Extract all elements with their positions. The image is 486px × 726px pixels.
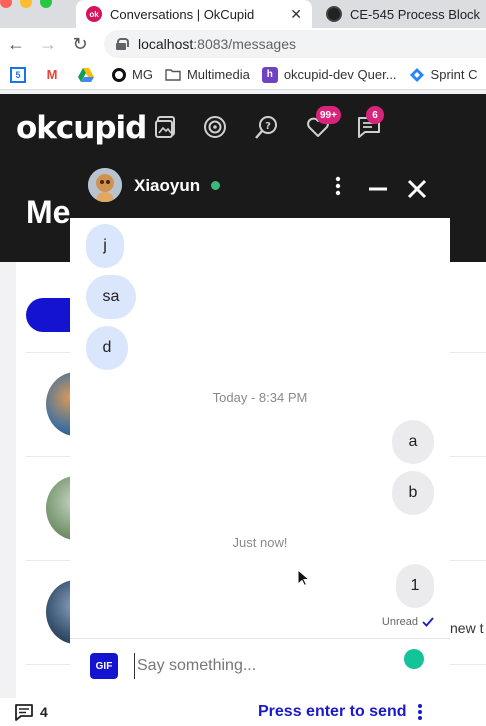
tab-title: Conversations | OkCupid: [110, 6, 255, 22]
folder-icon: [165, 67, 181, 83]
composer-options-icon[interactable]: [416, 703, 424, 721]
mg-icon: [112, 67, 126, 82]
message-thread: j sa d Today - 8:34 PM a b Just now! 1 U…: [70, 218, 450, 638]
chat-bubble-icon: [15, 704, 33, 721]
bookmark-label: Sprint C: [430, 67, 478, 82]
drive-icon: [78, 67, 94, 83]
bookmark-drive[interactable]: [78, 67, 100, 83]
contact-avatar[interactable]: [88, 168, 122, 202]
tab-conversations[interactable]: ok Conversations | OkCupid ✕: [76, 0, 312, 28]
window-controls: [0, 0, 52, 12]
tab-jira-ticket[interactable]: CE-545 Process Block a: [320, 0, 486, 28]
forward-arrow-icon[interactable]: →: [32, 34, 64, 55]
outgoing-message: b: [392, 471, 434, 515]
doubletake-icon[interactable]: [202, 114, 228, 140]
calendar-icon: 5: [10, 66, 26, 83]
bookmark-calendar[interactable]: 5: [10, 66, 32, 83]
incoming-message: sa: [86, 275, 136, 319]
gmail-icon: M: [46, 67, 58, 82]
close-window-button[interactable]: [0, 0, 12, 8]
url-host: localhost: [138, 36, 194, 52]
incoming-message: d: [86, 326, 128, 370]
address-bar[interactable]: localhost:8083/messages: [104, 30, 486, 58]
discover-icon[interactable]: [153, 114, 179, 140]
bookmark-gmail[interactable]: M: [44, 67, 66, 83]
zoom-window-button[interactable]: [40, 0, 52, 8]
message-timestamp: Today - 8:34 PM: [212, 390, 308, 405]
conversation-preview-text: new t: [450, 620, 484, 636]
bookmark-label: MG: [132, 67, 153, 82]
checkmark-icon: [422, 617, 434, 627]
online-status-indicator: [211, 181, 220, 190]
floating-messages-counter[interactable]: 4: [0, 698, 60, 726]
message-input[interactable]: [134, 653, 394, 679]
github-favicon-icon: [326, 6, 342, 22]
reload-icon[interactable]: ↻: [64, 34, 96, 55]
browser-tab-bar: ok Conversations | OkCupid ✕ CE-545 Proc…: [0, 0, 486, 28]
bookmark-label: okcupid-dev Quer...: [283, 67, 397, 82]
okcupid-favicon-icon: ok: [86, 6, 102, 22]
messages-count-badge: 6: [366, 106, 384, 124]
tab-title: CE-545 Process Block a: [350, 6, 484, 22]
contact-name[interactable]: Xiaoyun: [134, 176, 200, 196]
outgoing-message: a: [392, 420, 434, 464]
jira-icon: [409, 67, 425, 83]
chat-window-header: Xiaoyun: [70, 160, 450, 218]
minimize-chat-icon[interactable]: [368, 179, 388, 199]
minimize-window-button[interactable]: [20, 0, 32, 8]
okcupid-logo[interactable]: okcupid: [16, 110, 147, 146]
incoming-message: j: [86, 224, 124, 268]
bookmarks-bar: 5 M MG Multimedia h okcupid-dev Quer... …: [0, 60, 486, 90]
heroku-icon: h: [261, 66, 278, 83]
bookmark-multimedia[interactable]: Multimedia: [165, 67, 250, 83]
gif-button[interactable]: GIF: [90, 653, 118, 679]
outgoing-message: 1: [396, 564, 434, 608]
svg-text:?: ?: [265, 121, 271, 132]
page-title: Me: [26, 194, 71, 230]
tab-close-icon[interactable]: ✕: [290, 6, 302, 23]
back-arrow-icon[interactable]: ←: [0, 34, 32, 55]
bookmark-sprint[interactable]: Sprint C: [409, 67, 478, 83]
questions-icon[interactable]: ?: [254, 114, 280, 140]
bookmark-okcupid-dev[interactable]: h okcupid-dev Quer...: [261, 66, 397, 83]
floating-counter-value: 4: [40, 704, 48, 720]
bookmark-mg[interactable]: MG: [112, 67, 153, 82]
browser-toolbar: ← → ↻ localhost:8083/messages: [0, 28, 486, 60]
send-hint: Press enter to send: [258, 703, 407, 720]
mouse-cursor-icon: [297, 569, 309, 587]
grammarly-icon[interactable]: [404, 649, 424, 669]
message-composer: GIF Press enter to send: [70, 638, 450, 726]
site-header: okcupid ? 99+ 6: [0, 94, 486, 164]
read-receipt: Unread: [382, 616, 434, 628]
likes-count-badge: 99+: [316, 106, 341, 124]
close-chat-icon[interactable]: [406, 178, 428, 200]
read-status-label: Unread: [381, 616, 418, 628]
more-options-icon[interactable]: [332, 174, 344, 198]
bookmark-label: Multimedia: [186, 67, 250, 82]
url-path: :8083/messages: [193, 36, 296, 52]
lock-icon[interactable]: [116, 38, 129, 50]
message-timestamp: Just now!: [232, 535, 288, 550]
